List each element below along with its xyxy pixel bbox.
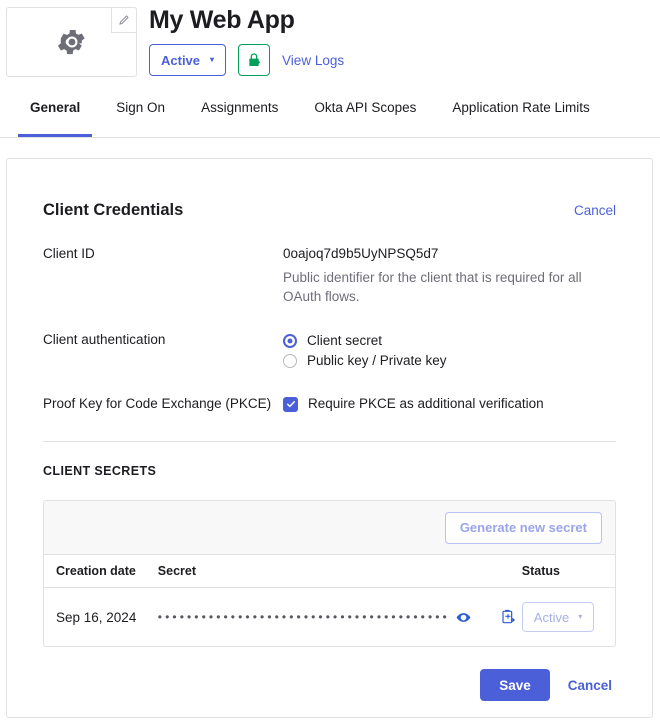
pkce-checkbox-label: Require PKCE as additional verification [308,396,544,411]
page-title: My Web App [149,6,295,34]
client-id-label: Client ID [43,246,95,261]
copy-secret-button[interactable] [498,607,518,627]
radio-option-public-private-key[interactable]: Public key / Private key [283,351,616,370]
cancel-button[interactable]: Cancel [564,678,616,693]
secret-cell-content: ••••••••••••••••••••••••••••••••••••••••… [158,607,518,627]
client-authentication-label: Client authentication [43,332,166,347]
table-head: Creation date Secret Status [44,555,615,588]
tab-okta-api-scopes-label: Okta API Scopes [314,100,417,115]
gear-icon [57,29,85,55]
secret-masked-value: ••••••••••••••••••••••••••••••••••••••••… [157,611,450,623]
header-actions: Active ▾ View Logs [149,44,344,76]
view-logs-link[interactable]: View Logs [282,53,344,68]
clipboard-copy-icon [502,609,515,624]
table-body: Sep 16, 2024 •••••••••••••••••••••••••••… [44,588,615,647]
chevron-down-icon: ▾ [210,55,215,64]
reveal-secret-button[interactable] [454,607,474,627]
client-credentials-card: Client Credentials Cancel Client ID 0oaj… [6,158,653,718]
client-authentication-options: Client secret Public key / Private key [283,331,616,370]
logo-edit-badge[interactable] [111,7,137,33]
pkce-checkbox[interactable] [283,396,298,412]
tab-assignments[interactable]: Assignments [183,98,296,137]
tab-application-rate-limits-label: Application Rate Limits [452,100,590,115]
secret-status-label: Active [533,609,570,625]
client-secrets-toolbar: Generate new secret [44,501,615,555]
lock-key-icon [249,53,261,66]
app-status-dropdown[interactable]: Active ▾ [149,44,227,76]
checkmark-icon [286,401,295,408]
radio-option-client-secret[interactable]: Client secret [283,331,616,350]
radio-client-secret-icon[interactable] [283,333,297,348]
card-header: Client Credentials Cancel [7,159,652,220]
table-row: Sep 16, 2024 •••••••••••••••••••••••••••… [44,588,615,647]
cell-secret: ••••••••••••••••••••••••••••••••••••••••… [148,588,518,647]
column-header-status: Status [517,555,615,588]
client-id-help-text: Public identifier for the client that is… [283,270,582,304]
tab-general-label: General [30,100,81,115]
tab-assignments-label: Assignments [201,100,279,115]
row-pkce: Proof Key for Code Exchange (PKCE) Requi… [43,395,616,413]
cell-creation-date: Sep 16, 2024 [56,609,137,625]
app-header: My Web App Active ▾ View Logs [0,0,660,98]
radio-public-private-key-label: Public key / Private key [307,352,447,368]
generate-new-secret-button[interactable]: Generate new secret [444,511,602,544]
client-credentials-lock-button[interactable] [238,44,271,76]
tab-okta-api-scopes[interactable]: Okta API Scopes [296,98,434,137]
tab-sign-on[interactable]: Sign On [98,98,183,137]
save-button[interactable]: Save [480,669,550,701]
pencil-icon [119,15,129,25]
app-status-label: Active [161,52,201,68]
client-id-value: 0oajoq7d9b5UyNPSQ5d7 [283,246,439,261]
row-client-authentication: Client authentication Client secret Publ… [43,331,616,370]
radio-client-secret-label: Client secret [307,332,383,348]
card-footer: Save Cancel [7,647,652,701]
tab-bar: General Sign On Assignments Okta API Sco… [0,98,660,138]
client-secrets-table-wrapper: Generate new secret Creation date Secret… [43,500,616,647]
table-header-row: Creation date Secret Status [44,555,615,588]
tab-application-rate-limits[interactable]: Application Rate Limits [434,98,607,137]
card-cancel-link[interactable]: Cancel [574,203,616,218]
client-secrets-section-title: CLIENT SECRETS [43,464,157,478]
tab-sign-on-label: Sign On [116,100,166,115]
card-title: Client Credentials [43,201,184,219]
credentials-form: Client ID 0oajoq7d9b5UyNPSQ5d7 Public id… [7,245,652,413]
column-header-secret: Secret [147,555,518,588]
chevron-down-icon: ▾ [578,612,583,621]
pkce-checkbox-row[interactable]: Require PKCE as additional verification [283,395,616,413]
secret-status-dropdown[interactable]: Active ▾ [521,602,595,632]
client-id-body: 0oajoq7d9b5UyNPSQ5d7 Public identifier f… [283,245,616,306]
section-divider [43,441,616,442]
radio-public-private-key-icon[interactable] [283,353,297,368]
pkce-label: Proof Key for Code Exchange (PKCE) [43,396,272,411]
column-header-creation-date: Creation date [44,555,148,588]
cell-status: Active ▾ [518,588,615,647]
client-secrets-table: Creation date Secret Status Sep 16, 2024… [44,555,615,646]
eye-icon [456,612,471,622]
pkce-body: Require PKCE as additional verification [283,395,616,413]
row-client-id: Client ID 0oajoq7d9b5UyNPSQ5d7 Public id… [43,245,616,306]
app-logo-box [6,7,137,77]
tab-general[interactable]: General [12,98,98,137]
